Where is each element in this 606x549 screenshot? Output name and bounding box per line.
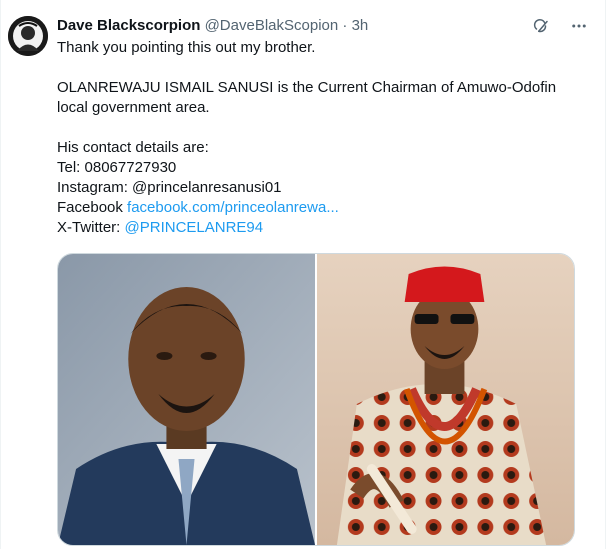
- text-line: Instagram: @princelanresanusi01: [57, 179, 282, 196]
- tweet-header: Dave Blackscorpion @DaveBlakScopion · 3h: [57, 16, 593, 38]
- text-line: local government area.: [57, 99, 210, 116]
- text-line: His contact details are:: [57, 139, 209, 156]
- avatar[interactable]: [8, 16, 48, 56]
- text-line: Thank you pointing this out my brother.: [57, 39, 316, 56]
- avatar-image: [8, 16, 48, 56]
- author-handle[interactable]: @DaveBlakScopion: [205, 17, 339, 34]
- facebook-link[interactable]: facebook.com/princeolanrewa...: [127, 199, 339, 216]
- portrait-traditional-image: [317, 254, 574, 545]
- grok-icon[interactable]: [531, 16, 551, 36]
- more-icon[interactable]: [569, 16, 589, 36]
- tweet-text: Thank you pointing this out my brother. …: [57, 38, 587, 238]
- timestamp[interactable]: 3h: [352, 17, 369, 34]
- twitter-mention-link[interactable]: @PRINCELANRE94: [125, 219, 264, 236]
- author-name[interactable]: Dave Blackscorpion: [57, 17, 200, 34]
- media-grid: [57, 253, 575, 546]
- text-line: Tel: 08067727930: [57, 159, 177, 176]
- facebook-label: Facebook: [57, 199, 128, 216]
- photo-left[interactable]: [58, 254, 315, 545]
- x-twitter-label: X-Twitter:: [57, 219, 125, 236]
- portrait-suit-image: [58, 254, 315, 545]
- separator-dot: ·: [342, 17, 348, 34]
- photo-right[interactable]: [317, 254, 574, 545]
- text-line: X-Twitter: @PRINCELANRE94: [57, 218, 587, 238]
- text-line: OLANREWAJU ISMAIL SANUSI is the Current …: [57, 79, 557, 96]
- text-line: Facebook facebook.com/princeolanrewa...: [57, 198, 587, 218]
- tweet-card[interactable]: Dave Blackscorpion @DaveBlakScopion · 3h…: [0, 0, 606, 549]
